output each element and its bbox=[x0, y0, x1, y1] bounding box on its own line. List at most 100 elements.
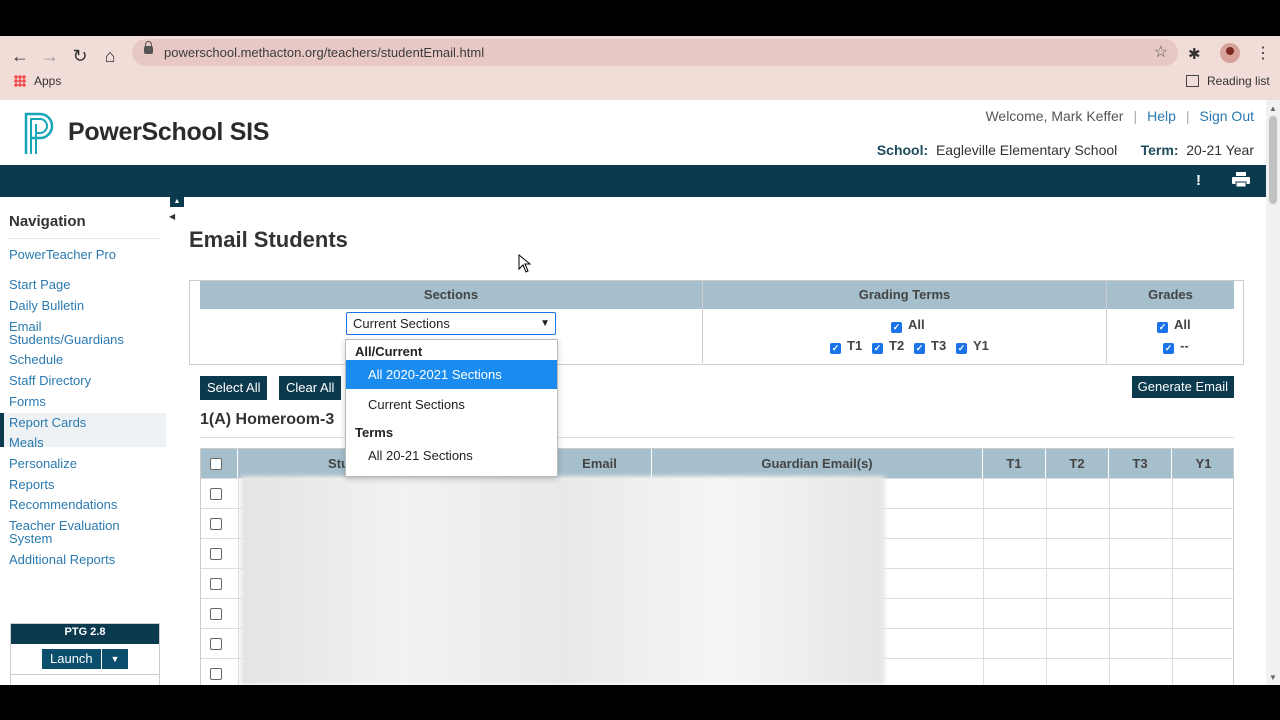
home-icon[interactable]: ⌂ bbox=[98, 44, 122, 68]
welcome-text: Welcome, Mark Keffer bbox=[985, 108, 1124, 124]
nav-staff-directory[interactable]: Staff Directory bbox=[9, 374, 91, 387]
dropdown-option-all-2020-2021[interactable]: All 2020-2021 Sections bbox=[346, 360, 557, 389]
row-checkbox[interactable] bbox=[210, 488, 222, 500]
term-t2-label: T2 bbox=[889, 338, 905, 353]
clear-all-button[interactable]: Clear All bbox=[279, 376, 342, 400]
select-all-button[interactable]: Select All bbox=[200, 376, 268, 400]
apps-label: Apps bbox=[34, 74, 62, 88]
nav-forms[interactable]: Forms bbox=[9, 395, 46, 408]
user-links: Welcome, Mark Keffer | Help | Sign Out bbox=[985, 108, 1254, 124]
sections-header: Sections bbox=[200, 281, 702, 309]
nav-meals[interactable]: Meals bbox=[9, 436, 44, 449]
header-checkbox[interactable] bbox=[210, 458, 222, 470]
nav-daily-bulletin[interactable]: Daily Bulletin bbox=[9, 299, 84, 312]
row-checkbox[interactable] bbox=[210, 548, 222, 560]
powerschool-logo-icon bbox=[24, 112, 54, 154]
generate-email-button[interactable]: Generate Email bbox=[1131, 376, 1234, 398]
nav-email-students[interactable]: Email Students/Guardians bbox=[9, 320, 139, 346]
ptg-title: PTG 2.8 bbox=[11, 624, 159, 644]
t2-header: T2 bbox=[1046, 449, 1109, 478]
nav-teacher-evaluation[interactable]: Teacher Evaluation System bbox=[9, 519, 139, 545]
url-text: powerschool.methacton.org/teachers/stude… bbox=[164, 45, 485, 60]
page-title: Email Students bbox=[189, 227, 348, 252]
term-t3-checkbox[interactable]: ✓ T3 bbox=[914, 338, 946, 354]
checkbox-checked-icon: ✓ bbox=[956, 343, 967, 354]
y1-header: Y1 bbox=[1172, 449, 1233, 478]
reading-list-icon bbox=[1186, 75, 1199, 87]
extensions-icon[interactable]: ✱ bbox=[1188, 45, 1201, 63]
row-checkbox[interactable] bbox=[210, 518, 222, 530]
term-all-label: All bbox=[908, 317, 925, 332]
mouse-cursor-icon bbox=[518, 254, 532, 273]
grades-header: Grades bbox=[1107, 281, 1234, 309]
grade-dash-checkbox[interactable]: ✓ -- bbox=[1163, 338, 1189, 354]
section-title: 1(A) Homeroom-3 bbox=[200, 411, 335, 428]
navigation-sidebar: Navigation PowerTeacher Pro Start Page D… bbox=[0, 197, 166, 685]
top-nav-bar: ! bbox=[0, 165, 1266, 197]
sections-select[interactable]: Current Sections ▼ bbox=[346, 312, 556, 335]
term-t2-checkbox[interactable]: ✓ T2 bbox=[872, 338, 904, 354]
lock-icon bbox=[144, 41, 153, 54]
checkbox-checked-icon: ✓ bbox=[1157, 322, 1168, 333]
dropdown-option-current-sections[interactable]: Current Sections bbox=[346, 390, 557, 419]
nav-start-page[interactable]: Start Page bbox=[9, 278, 70, 291]
scroll-thumb[interactable] bbox=[1269, 116, 1277, 204]
nav-powerteacher-pro[interactable]: PowerTeacher Pro bbox=[9, 248, 116, 261]
launch-button[interactable]: Launch bbox=[42, 649, 101, 669]
row-checkbox[interactable] bbox=[210, 578, 222, 590]
dropdown-option-all-20-21[interactable]: All 20-21 Sections bbox=[346, 441, 557, 470]
print-icon[interactable] bbox=[1232, 172, 1250, 191]
nav-title: Navigation bbox=[9, 213, 86, 230]
address-bar[interactable]: powerschool.methacton.org/teachers/stude… bbox=[132, 39, 1178, 66]
nav-report-cards[interactable]: Report Cards bbox=[9, 416, 86, 429]
nav-additional-reports[interactable]: Additional Reports bbox=[9, 553, 115, 566]
row-checkbox[interactable] bbox=[210, 668, 222, 680]
dropdown-group-all-current: All/Current bbox=[355, 344, 423, 359]
nav-recommendations[interactable]: Recommendations bbox=[9, 498, 117, 511]
grade-dash-label: -- bbox=[1180, 338, 1189, 353]
nav-reports[interactable]: Reports bbox=[9, 478, 55, 491]
scroll-up-icon[interactable]: ▲ bbox=[1269, 104, 1277, 113]
sign-out-link[interactable]: Sign Out bbox=[1200, 108, 1254, 124]
sections-dropdown-menu: All/Current All 2020-2021 Sections Curre… bbox=[345, 339, 558, 477]
nav-schedule[interactable]: Schedule bbox=[9, 353, 63, 366]
launch-dropdown-icon[interactable]: ▼ bbox=[102, 649, 128, 669]
collapse-sidebar-icon[interactable]: ◀ bbox=[169, 212, 175, 221]
bookmark-star-icon[interactable]: ☆ bbox=[1154, 42, 1168, 62]
checkbox-checked-icon: ✓ bbox=[1163, 343, 1174, 354]
grading-terms-header: Grading Terms bbox=[703, 281, 1106, 309]
profile-avatar[interactable] bbox=[1220, 43, 1240, 63]
term-t1-label: T1 bbox=[847, 338, 863, 353]
nav-personalize[interactable]: Personalize bbox=[9, 457, 77, 470]
guardian-email-header: Guardian Email(s) bbox=[652, 449, 983, 478]
grade-all-checkbox[interactable]: ✓ All bbox=[1157, 317, 1191, 333]
scroll-down-icon[interactable]: ▼ bbox=[1269, 673, 1277, 682]
logo-text: PowerSchool SIS bbox=[68, 118, 270, 146]
alert-icon[interactable]: ! bbox=[1196, 172, 1201, 189]
sections-select-value: Current Sections bbox=[353, 316, 450, 331]
row-checkbox[interactable] bbox=[210, 608, 222, 620]
row-checkbox[interactable] bbox=[210, 638, 222, 650]
help-link[interactable]: Help bbox=[1147, 108, 1176, 124]
collapse-header-icon[interactable]: ▲ bbox=[170, 197, 184, 207]
reload-icon[interactable]: ↻ bbox=[68, 44, 92, 68]
reading-list[interactable]: Reading list bbox=[1186, 74, 1270, 88]
dropdown-group-terms: Terms bbox=[355, 425, 394, 440]
forward-icon[interactable]: → bbox=[38, 44, 62, 68]
blurred-student-data bbox=[241, 476, 885, 685]
term-all-checkbox[interactable]: ✓ All bbox=[891, 317, 925, 333]
term-y1-checkbox[interactable]: ✓ Y1 bbox=[956, 338, 989, 354]
select-all-header bbox=[201, 449, 238, 478]
checkbox-checked-icon: ✓ bbox=[914, 343, 925, 354]
term-value: 20-21 Year bbox=[1186, 142, 1254, 158]
grade-all-label: All bbox=[1174, 317, 1191, 332]
back-icon[interactable]: ← bbox=[8, 44, 32, 68]
term-t1-checkbox[interactable]: ✓ T1 bbox=[830, 338, 862, 354]
term-t3-label: T3 bbox=[931, 338, 947, 353]
apps-bookmark[interactable]: Apps bbox=[14, 74, 61, 88]
page-scrollbar[interactable]: ▲ ▼ bbox=[1266, 100, 1280, 685]
browser-window: ← → ↻ ⌂ powerschool.methacton.org/teache… bbox=[0, 36, 1280, 685]
checkbox-checked-icon: ✓ bbox=[872, 343, 883, 354]
menu-icon[interactable]: ⋮ bbox=[1255, 43, 1271, 63]
t3-header: T3 bbox=[1109, 449, 1172, 478]
